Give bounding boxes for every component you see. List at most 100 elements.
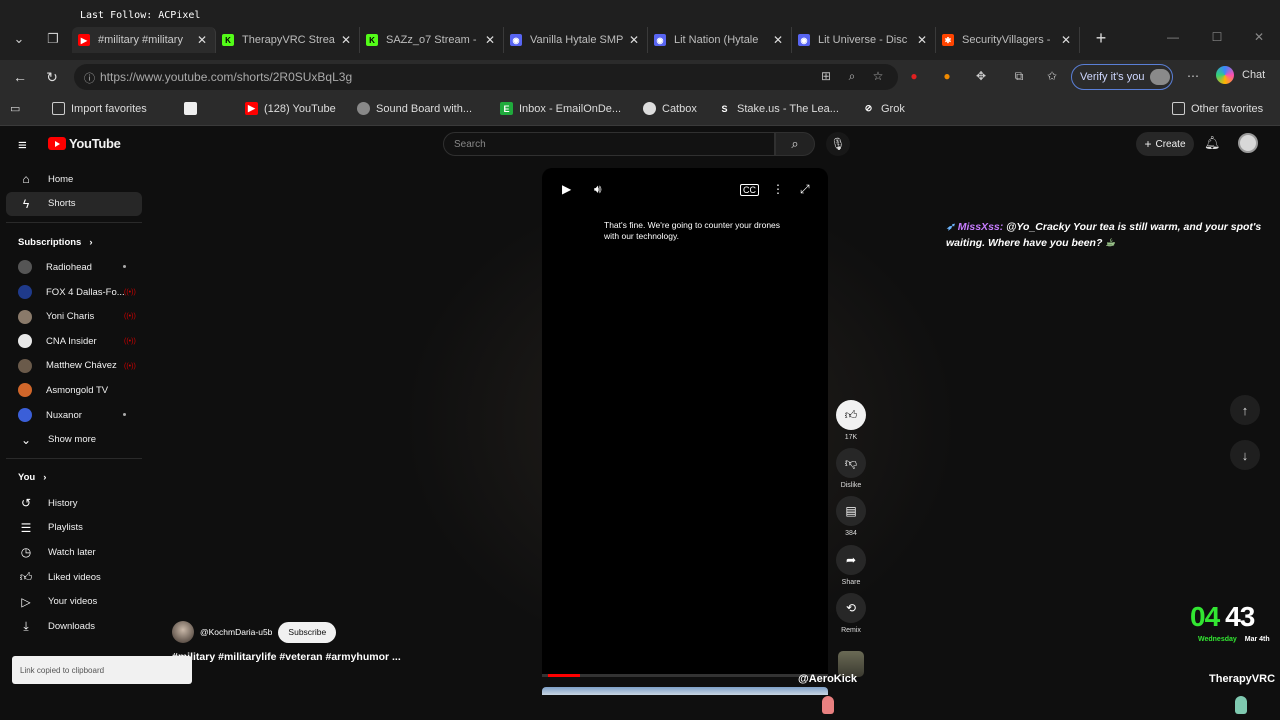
- sidebar-item-fox4[interactable]: FOX 4 Dallas-Fo... ((•)): [6, 280, 142, 305]
- dislike-button[interactable]: 👎︎ Dislike: [836, 448, 866, 489]
- maximize-icon[interactable]: ☐: [1202, 30, 1232, 44]
- sidebar-item-home[interactable]: ⌂ Home: [6, 167, 142, 192]
- sidebar-item-nuxanor[interactable]: Nuxanor: [6, 403, 142, 428]
- sidebar-item-matthew-chavez[interactable]: Matthew Chávez ((•)): [6, 354, 142, 379]
- bookmark-grok[interactable]: ⊘ Grok: [862, 102, 905, 115]
- comments-button[interactable]: ▤ 384: [836, 496, 866, 537]
- remix-button[interactable]: ⟲ Remix: [836, 593, 866, 634]
- video-hashtags[interactable]: #military #militarylife #veteran #armyhu…: [172, 651, 401, 663]
- copilot-chat-button[interactable]: Chat: [1216, 66, 1265, 84]
- site-info-icon[interactable]: ⓘ: [84, 70, 95, 86]
- video-progress-bar[interactable]: [542, 674, 828, 677]
- refresh-icon[interactable]: ↻: [42, 68, 62, 86]
- bookmark-blank[interactable]: [184, 102, 203, 115]
- tab-2[interactable]: K SAZz_o7 Stream - ✕: [360, 27, 504, 53]
- tab-5[interactable]: ◉ Lit Universe - Disc ✕: [792, 27, 936, 53]
- workspaces-icon[interactable]: ❐: [42, 30, 64, 48]
- you-header[interactable]: You ›: [6, 465, 142, 491]
- tab-0[interactable]: ▶ #military #military ✕: [72, 27, 216, 53]
- notifications-bell-icon[interactable]: 🔔︎: [1204, 135, 1221, 151]
- tab-close-icon[interactable]: ✕: [1059, 33, 1073, 47]
- tab-title: #military #military: [98, 34, 183, 46]
- sidebar-item-radiohead[interactable]: Radiohead: [6, 255, 142, 280]
- play-icon[interactable]: ▶: [562, 182, 571, 196]
- tab-actions-chevron-icon[interactable]: ⌄: [8, 30, 30, 48]
- sidebar-item-downloads[interactable]: ⤓ Downloads: [6, 614, 142, 639]
- other-favorites[interactable]: Other favorites: [1172, 102, 1263, 115]
- sidebar-item-watch-later[interactable]: ◷ Watch later: [6, 540, 142, 565]
- search-input[interactable]: Search: [443, 132, 775, 156]
- account-avatar[interactable]: [1238, 133, 1258, 153]
- subscribe-button[interactable]: Subscribe: [278, 621, 337, 643]
- sidebar-item-cna-insider[interactable]: CNA Insider ((•)): [6, 329, 142, 354]
- hamburger-menu-icon[interactable]: ≡: [18, 137, 27, 154]
- share-button[interactable]: ➦ Share: [836, 545, 866, 586]
- zoom-icon[interactable]: ⌕: [844, 69, 860, 85]
- tab-close-icon[interactable]: ✕: [195, 33, 209, 47]
- show-more-button[interactable]: ⌄ Show more: [6, 427, 142, 452]
- tab-close-icon[interactable]: ✕: [915, 33, 929, 47]
- volume-icon[interactable]: 🔊︎: [594, 182, 602, 197]
- bookmark-inbox[interactable]: E Inbox - EmailOnDe...: [500, 102, 621, 115]
- back-arrow-icon[interactable]: ←: [10, 68, 30, 86]
- tab-6[interactable]: ✱ SecurityVillagers - ✕: [936, 27, 1080, 53]
- shorts-video-player[interactable]: ▶ 🔊︎ CC ⋮ ⤢ That's fine. We're going to …: [542, 168, 828, 674]
- subscriptions-header[interactable]: Subscriptions ›: [6, 229, 142, 255]
- sidebar-item-label: History: [48, 497, 78, 509]
- sidebar-item-your-videos[interactable]: ▷ Your videos: [6, 589, 142, 614]
- sidebar-item-history[interactable]: ↺ History: [6, 491, 142, 516]
- tab-1[interactable]: K TherapyVRC Strea ✕: [216, 27, 360, 53]
- minimize-icon[interactable]: —: [1158, 30, 1188, 44]
- like-button[interactable]: 👍︎ 17K: [836, 400, 866, 441]
- sidebar-item-asmongold[interactable]: Asmongold TV: [6, 378, 142, 403]
- extension-red-icon[interactable]: ●: [905, 69, 923, 85]
- tab-close-icon[interactable]: ✕: [339, 33, 353, 47]
- channel-avatar: [18, 260, 32, 275]
- more-options-icon[interactable]: ⋯: [1184, 69, 1202, 85]
- new-tab-plus-icon[interactable]: +: [1090, 27, 1112, 49]
- sidebar-item-yoni-charis[interactable]: Yoni Charis ((•)): [6, 304, 142, 329]
- tab-3[interactable]: ◉ Vanilla Hytale SMP ✕: [504, 27, 648, 53]
- previous-short-arrow-up-icon[interactable]: ↑: [1230, 395, 1260, 425]
- split-screen-icon[interactable]: ⧉: [1010, 69, 1028, 85]
- sidebar-toggle-icon[interactable]: ▭: [10, 102, 20, 115]
- fullscreen-icon[interactable]: ⤢: [800, 182, 810, 197]
- create-button[interactable]: + Create: [1136, 132, 1194, 156]
- tab-close-icon[interactable]: ✕: [483, 33, 497, 47]
- verify-profile-button[interactable]: Verify it's you: [1071, 64, 1173, 90]
- blank-page-icon: [184, 102, 197, 115]
- tab-close-icon[interactable]: ✕: [771, 33, 785, 47]
- sidebar-item-shorts[interactable]: ϟ Shorts: [6, 191, 142, 217]
- favorites-list-icon[interactable]: ✩: [1043, 69, 1061, 85]
- youtube-logo[interactable]: YouTube: [48, 136, 121, 151]
- extensions-puzzle-icon[interactable]: ✥: [972, 69, 990, 85]
- bookmark-catbox[interactable]: Catbox: [643, 102, 697, 115]
- close-window-icon[interactable]: ✕: [1244, 30, 1274, 44]
- bookmark-youtube[interactable]: ▶ (128) YouTube: [245, 102, 336, 115]
- bookmark-soundboard[interactable]: Sound Board with...: [357, 102, 472, 115]
- captions-icon[interactable]: CC: [740, 184, 759, 196]
- bookmark-import-favorites[interactable]: Import favorites: [52, 102, 147, 115]
- voice-search-mic-icon[interactable]: 🎙︎: [826, 132, 850, 156]
- sidebar-item-liked-videos[interactable]: 👍︎ Liked videos: [6, 565, 142, 590]
- search-button[interactable]: ⌕: [775, 132, 815, 156]
- app-available-icon[interactable]: ⊞: [818, 69, 834, 85]
- search-icon: ⌕: [791, 136, 799, 151]
- channel-avatar[interactable]: [172, 621, 194, 643]
- channel-name[interactable]: @KochmDaria-u5b: [200, 627, 272, 637]
- favorite-star-icon[interactable]: ☆: [870, 69, 886, 85]
- channel-avatar: [18, 358, 32, 373]
- extension-orange-icon[interactable]: ●: [938, 69, 956, 85]
- bookmark-stake[interactable]: S Stake.us - The Lea...: [718, 102, 838, 115]
- more-vertical-icon[interactable]: ⋮: [772, 182, 784, 196]
- tab-4[interactable]: ◉ Lit Nation (Hytale ✕: [648, 27, 792, 53]
- next-short-arrow-down-icon[interactable]: ↓: [1230, 440, 1260, 470]
- tab-close-icon[interactable]: ✕: [627, 33, 641, 47]
- sidebar-item-playlists[interactable]: ☰ Playlists: [6, 516, 142, 541]
- tab-title: Lit Nation (Hytale: [674, 34, 759, 46]
- divider: [6, 457, 142, 459]
- you-label: You: [18, 472, 36, 484]
- youtube-favicon-icon: ▶: [78, 34, 90, 46]
- url-input[interactable]: ⓘ https://www.youtube.com/shorts/2R0SUxB…: [74, 64, 898, 90]
- next-short-preview[interactable]: [542, 687, 828, 695]
